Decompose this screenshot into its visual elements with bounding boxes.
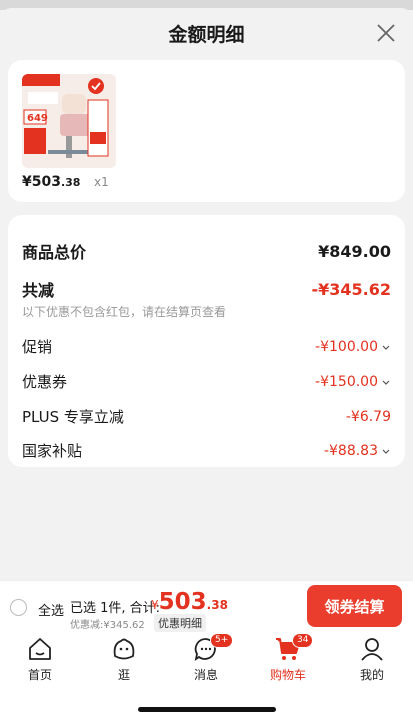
promotion-label: 促销 xyxy=(22,338,53,356)
price-detail-card: 商品总价 ¥849.00 共减 -¥345.62 以下优惠不包含红包，请在结算页… xyxy=(8,215,405,467)
plus-discount-label: PLUS 专享立减 xyxy=(22,408,124,426)
bottom-tab-bar: 首页 逛 消息 5+ 购物车 34 我的 xyxy=(0,632,413,720)
total-reduction-value: -¥345.62 xyxy=(311,279,391,299)
select-all-radio[interactable] xyxy=(10,599,27,616)
discount-detail-link[interactable]: 优惠明细 xyxy=(154,614,206,632)
chevron-down-icon xyxy=(382,345,390,350)
tab-browse[interactable]: 逛 xyxy=(94,636,154,683)
product-price: ¥503.38 xyxy=(22,174,81,190)
total-reduction-label: 共减 xyxy=(22,281,55,300)
subsidy-value: -¥88.83 xyxy=(323,442,378,459)
tab-label: 购物车 xyxy=(269,668,306,682)
subsidy-row[interactable]: 国家补贴 -¥88.83 xyxy=(22,440,391,461)
promotion-row[interactable]: 促销 -¥100.00 xyxy=(22,336,391,357)
total-sum: ¥503.38 xyxy=(151,589,228,615)
tab-home[interactable]: 首页 xyxy=(10,636,70,683)
tab-label: 消息 xyxy=(193,668,218,682)
coupon-value: -¥150.00 xyxy=(315,373,378,390)
cart-badge: 34 xyxy=(292,633,314,648)
home-icon xyxy=(29,638,51,660)
browse-icon xyxy=(113,638,135,660)
product-quantity: x1 xyxy=(94,175,109,189)
saved-amount: 优惠减:¥345.62 xyxy=(70,620,145,631)
subsidy-label: 国家补贴 xyxy=(22,442,83,460)
checkout-button[interactable]: 领券结算 xyxy=(307,585,402,627)
profile-icon xyxy=(361,638,383,661)
thumb-price-tag: 649 xyxy=(27,113,48,124)
sheet-title: 金额明细 xyxy=(168,24,245,46)
chevron-down-icon xyxy=(382,449,390,454)
tab-label: 我的 xyxy=(359,668,384,682)
tab-cart[interactable]: 购物车 34 xyxy=(258,633,318,683)
chevron-down-icon xyxy=(382,380,390,385)
coupon-label: 优惠券 xyxy=(22,373,68,391)
product-card: 649 ¥503.38 x1 xyxy=(8,60,405,202)
promotion-value: -¥100.00 xyxy=(315,338,378,355)
product-thumbnail[interactable]: 649 xyxy=(22,74,116,168)
plus-discount-row: PLUS 专享立减 -¥6.79 xyxy=(22,406,391,427)
select-all-label[interactable]: 全选 xyxy=(38,600,64,619)
selected-count: 已选 1件, 合计: xyxy=(70,601,161,616)
message-badge: 5+ xyxy=(210,633,234,648)
total-price-row: 商品总价 ¥849.00 xyxy=(22,239,391,263)
home-indicator xyxy=(138,707,276,712)
total-reduction-row: 共减 -¥345.62 xyxy=(22,277,391,301)
plus-discount-value: -¥6.79 xyxy=(345,408,391,425)
tab-label: 逛 xyxy=(117,668,130,682)
tab-profile[interactable]: 我的 xyxy=(342,636,402,683)
checkout-bar: 全选 已选 1件, 合计: ¥503.38 优惠减:¥345.62 优惠明细 领… xyxy=(0,580,413,632)
tab-label: 首页 xyxy=(27,668,52,682)
total-price-label: 商品总价 xyxy=(22,243,87,262)
total-price-value: ¥849.00 xyxy=(318,241,391,261)
discount-note: 以下优惠不包含红包，请在结算页查看 xyxy=(22,305,227,319)
coupon-row[interactable]: 优惠券 -¥150.00 xyxy=(22,371,391,392)
close-icon[interactable] xyxy=(375,22,397,44)
amount-detail-sheet: 金额明细 649 ¥503.38 x1 商品总价 ¥849.00 共减 -¥34… xyxy=(0,8,413,583)
tab-messages[interactable]: 消息 5+ xyxy=(176,633,236,683)
